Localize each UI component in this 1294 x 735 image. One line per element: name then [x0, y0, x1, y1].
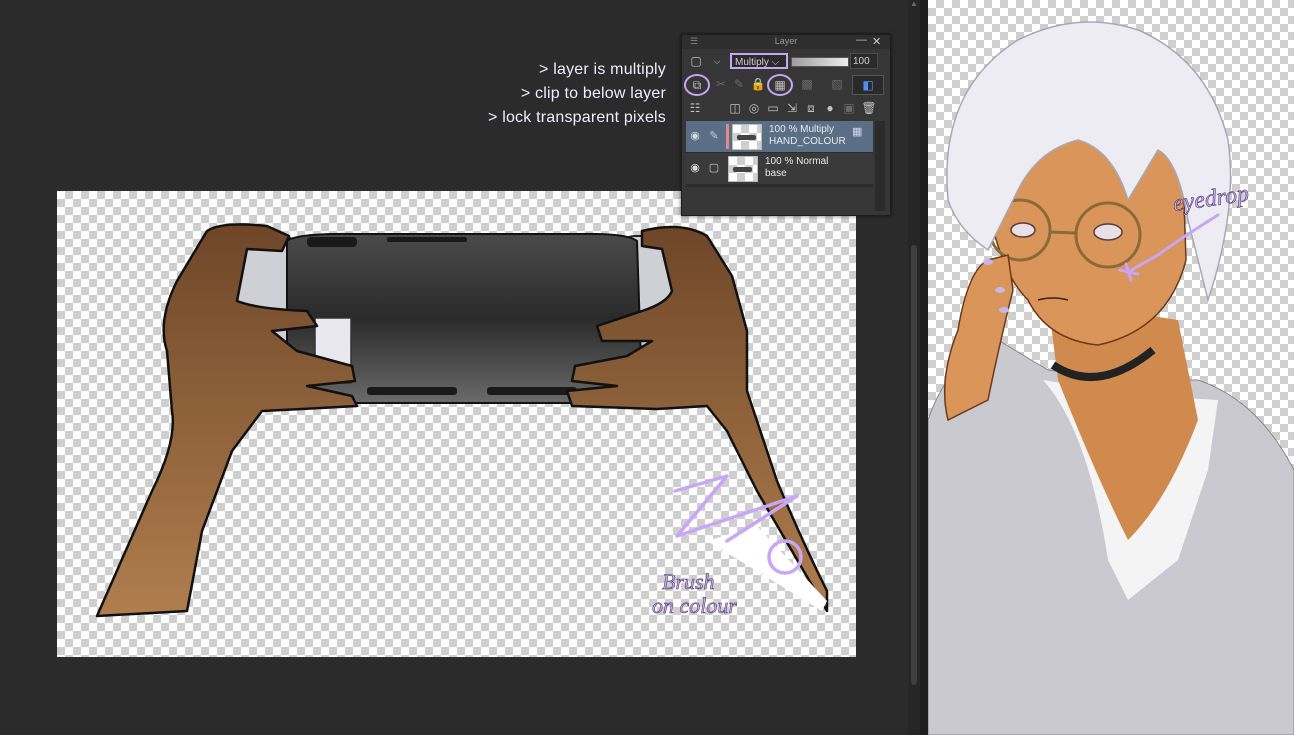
mask-icon[interactable]: ▩ — [798, 75, 816, 93]
layer-blend-label: 100 % Normal — [765, 156, 829, 167]
reference-artwork: eyedrop — [928, 21, 1294, 735]
eye-icon[interactable]: ◉ — [688, 161, 702, 175]
new-folder-icon[interactable]: ▭ — [764, 99, 782, 117]
scroll-up-arrow-icon[interactable]: ▲ — [909, 0, 919, 8]
clip-to-below-icon[interactable]: ⧉ — [684, 74, 710, 96]
merge-down-icon[interactable]: ⧈ — [802, 99, 820, 117]
opacity-input[interactable]: 100 — [850, 53, 878, 69]
note-layer-multiply: > layer is multiply — [539, 61, 666, 78]
blend-mode-value: Multiply — [735, 57, 769, 68]
layer-actions-row: ☷ ◫ ◎ ▭ ⇲ ⧈ ● ▣ 🗑 — [682, 97, 890, 119]
pen-icon[interactable]: ✎ — [707, 129, 721, 143]
layer-thumbnail — [728, 156, 758, 182]
trash-icon[interactable]: 🗑 — [860, 99, 878, 117]
layer-thumbnail — [732, 124, 762, 150]
opacity-value: 100 — [853, 56, 870, 67]
panel-divider[interactable] — [920, 0, 928, 735]
new-raster-layer-icon[interactable]: ◫ — [726, 99, 744, 117]
transparency-lock-icon: ▦ — [852, 126, 863, 138]
layer-panel: ☰ Layer — ✕ ▢ ⌵ Multiply ⌵ 100 ⧉ ✂ ✎ 🔒 ▦… — [681, 34, 891, 216]
clip-indicator — [726, 124, 729, 149]
reference-layer-icon[interactable]: ✂ — [712, 75, 730, 93]
layer-item-base[interactable]: ◉ ▢ 100 % Normal base — [686, 153, 873, 184]
drawing-canvas[interactable]: Brush on colour — [57, 191, 856, 657]
minimize-button[interactable]: — — [856, 34, 867, 46]
transfer-down-icon[interactable]: ⇲ — [783, 99, 801, 117]
lock-transparent-icon[interactable]: ▦ — [767, 74, 793, 96]
blend-mode-select[interactable]: Multiply ⌵ — [730, 53, 788, 69]
console-vent — [307, 237, 357, 247]
blend-mode-row: ▢ ⌵ Multiply ⌵ 100 — [682, 52, 890, 72]
mask-create-icon[interactable]: ● — [821, 99, 839, 117]
scroll-thumb[interactable] — [911, 245, 917, 685]
lock-icon[interactable]: 🔒 — [749, 75, 767, 93]
layer-item-hand-colour[interactable]: ◉ ✎ 100 % Multiply HAND_COLOUR ▦ — [686, 121, 873, 152]
layer-panel-titlebar[interactable]: ☰ Layer — ✕ — [682, 34, 890, 49]
close-button[interactable]: ✕ — [872, 35, 881, 48]
brush-note-line1: Brush — [662, 569, 715, 594]
ruler-icon[interactable]: ▧ — [828, 75, 846, 93]
canvas-artwork: Brush on colour — [95, 223, 829, 618]
layer-color-icon[interactable]: ◧ — [852, 75, 884, 95]
layer-property-icon[interactable]: ▢ — [687, 52, 705, 70]
apply-mask-icon[interactable]: ▣ — [840, 99, 858, 117]
eye-icon[interactable]: ◉ — [688, 129, 702, 143]
layer-list: ◉ ✎ 100 % Multiply HAND_COLOUR ▦ ◉ ▢ 100… — [686, 121, 873, 187]
layer-list-icon[interactable]: ☷ — [686, 99, 704, 117]
opacity-slider[interactable] — [791, 57, 849, 67]
note-lock-transparent: > lock transparent pixels — [488, 109, 666, 126]
layer-name: HAND_COLOUR — [769, 136, 846, 147]
brush-note-line2: on colour — [652, 593, 737, 618]
layer-lock-row: ⧉ ✂ ✎ 🔒 ▦ ▩ ▧ ◧ — [682, 73, 890, 96]
layer-list-scrollbar[interactable] — [875, 121, 885, 211]
canvas-scrollbar[interactable]: ▲ — [908, 0, 920, 735]
chevron-down-icon[interactable]: ⌵ — [708, 52, 726, 70]
note-clip-below: > clip to below layer — [520, 85, 666, 102]
new-vector-layer-icon[interactable]: ◎ — [745, 99, 763, 117]
draft-layer-icon[interactable]: ✎ — [730, 75, 748, 93]
empty-slot-icon[interactable]: ▢ — [707, 161, 721, 175]
reference-image: eyedrop — [928, 0, 1294, 735]
layer-blend-label: 100 % Multiply — [769, 124, 835, 135]
layer-name: base — [765, 168, 787, 179]
